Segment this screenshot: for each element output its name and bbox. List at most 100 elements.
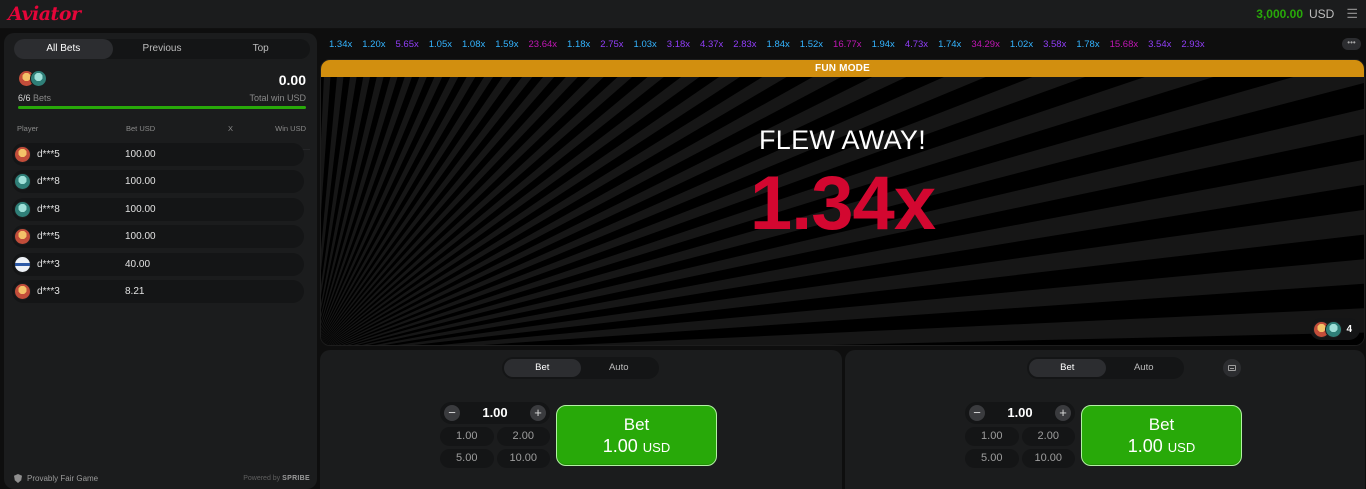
history-multiplier[interactable]: 2.75x [595,39,628,50]
provably-fair-label: Provably Fair Game [27,474,99,483]
avatar [14,146,31,163]
bet-button-currency: USD [642,440,671,455]
increase-stake-button[interactable]: + [530,405,546,421]
tab-previous[interactable]: Previous [113,39,212,59]
history-multiplier[interactable]: 2.93x [1176,39,1209,50]
col-x: X [228,124,234,133]
quick-stake-button[interactable]: 1.00 [440,427,494,446]
history-multiplier[interactable]: 1.84x [762,39,795,50]
multiplier-history: 1.34x 1.20x 5.65x 1.05x 1.08x 1.59x 23.64x 1.18… [324,34,1334,54]
bet-mode-tabs: Bet Auto [502,357,659,379]
col-win: Win USD [275,124,306,133]
quick-stake-button[interactable]: 1.00 [965,427,1019,446]
quick-stake-buttons: 1.00 2.00 5.00 10.00 [440,427,550,468]
history-multiplier[interactable]: 1.02x [1005,39,1038,50]
history-multiplier[interactable]: 1.74x [933,39,966,50]
powered-by: Powered by SPRIBE [243,475,310,482]
history-multiplier[interactable]: 23.64x [524,39,563,50]
powered-by-prefix: Powered by [243,475,281,482]
avatar [30,70,47,87]
bet-button-amount: 1.00 [1127,436,1163,456]
bet-button-amount-line: 1.00 USD [557,436,716,457]
quick-stake-button[interactable]: 5.00 [440,449,494,468]
history-multiplier[interactable]: 4.73x [900,39,933,50]
hamburger-icon[interactable]: ☰ [1346,6,1358,22]
player-name: d***5 [37,231,60,243]
player-name: d***3 [37,258,60,270]
increase-stake-button[interactable]: + [1055,405,1071,421]
shield-icon [14,474,22,483]
bets-panel: All Bets Previous Top 0.00 6/6 Bets Tota… [4,33,317,489]
table-row: d***3 40.00 [12,252,304,276]
history-multiplier[interactable]: 3.58x [1038,39,1071,50]
tab-bet[interactable]: Bet [504,359,581,377]
bets-count-value: 6/6 [18,93,31,103]
summary-avatars [18,70,47,87]
table-row: d***3 8.21 [12,279,304,303]
quick-stake-button[interactable]: 2.00 [496,427,550,446]
bet-button-amount-line: 1.00 USD [1082,436,1241,457]
quick-stake-button[interactable]: 10.00 [496,449,550,468]
bet-button-amount: 1.00 [602,436,638,456]
stake-stepper: − 1.00 + [965,402,1075,424]
quick-stake-button[interactable]: 10.00 [1021,449,1075,468]
bet-panel-2: Bet Auto − 1.00 + 1.00 2.00 5.00 10.00 B… [845,350,1365,489]
avatar [14,255,31,273]
avatar [14,200,31,218]
total-win-label: Total win USD [249,93,306,103]
history-multiplier[interactable]: 5.65x [391,39,424,50]
quick-stake-button[interactable]: 5.00 [965,449,1019,468]
col-bet: Bet USD [126,124,156,133]
history-multiplier[interactable]: 16.77x [828,39,867,50]
fun-mode-banner: FUN MODE [321,60,1364,77]
history-multiplier[interactable]: 1.08x [457,39,490,50]
col-player: Player [17,124,39,133]
bet-amount: 8.21 [125,285,145,297]
history-multiplier[interactable]: 1.03x [629,39,662,50]
history-multiplier[interactable]: 1.78x [1071,39,1104,50]
history-multiplier[interactable]: 1.05x [424,39,457,50]
history-multiplier[interactable]: 2.83x [728,39,761,50]
player-name: d***5 [37,149,60,160]
aviator-logo: Aviator [8,3,81,25]
table-row: d***5 100.00 [12,143,304,166]
tab-auto[interactable]: Auto [1106,359,1183,377]
tab-all-bets[interactable]: All Bets [14,39,113,59]
minus-box-icon [1228,365,1236,371]
table-row: d***5 100.00 [12,225,304,249]
history-multiplier[interactable]: 1.20x [357,39,390,50]
avatar [14,282,31,300]
history-multiplier[interactable]: 15.68x [1105,39,1144,50]
tab-top[interactable]: Top [211,39,310,59]
bet-button-label: Bet [623,415,650,434]
quick-stake-button[interactable]: 2.00 [1021,427,1075,446]
history-multiplier[interactable]: 1.18x [562,39,595,50]
avatar [14,173,31,191]
top-bar: Aviator 3,000.00 USD ☰ [0,0,1366,29]
avatar [14,228,31,246]
history-multiplier[interactable]: 34.29x [966,39,1005,50]
history-multiplier[interactable]: 1.52x [795,39,828,50]
bets-panel-footer: Provably Fair Game Powered by SPRIBE [14,474,310,483]
place-bet-button[interactable]: Bet 1.00 USD [556,405,717,466]
bet-button-currency: USD [1167,440,1196,455]
balance-display: 3,000.00 USD ☰ [1256,6,1358,22]
history-more-button[interactable]: ••• [1342,38,1361,50]
bet-amount: 40.00 [125,258,151,270]
history-multiplier[interactable]: 1.59x [490,39,523,50]
history-multiplier[interactable]: 4.37x [695,39,728,50]
history-multiplier[interactable]: 3.54x [1143,39,1176,50]
quick-stake-buttons: 1.00 2.00 5.00 10.00 [965,427,1075,468]
remove-bet-panel-button[interactable] [1223,359,1241,377]
place-bet-button[interactable]: Bet 1.00 USD [1081,405,1242,466]
tab-auto[interactable]: Auto [581,359,658,377]
player-name: d***8 [37,176,60,188]
history-multiplier[interactable]: 1.34x [324,39,357,50]
provably-fair-link[interactable]: Provably Fair Game [14,474,98,483]
tab-bet[interactable]: Bet [1029,359,1106,377]
history-multiplier[interactable]: 1.94x [867,39,900,50]
bets-progress-bar [18,106,306,109]
history-multiplier[interactable]: 3.18x [662,39,695,50]
balance-amount: 3,000.00 [1256,7,1303,21]
bet-panel-1: Bet Auto − 1.00 + 1.00 2.00 5.00 10.00 B… [320,350,842,489]
